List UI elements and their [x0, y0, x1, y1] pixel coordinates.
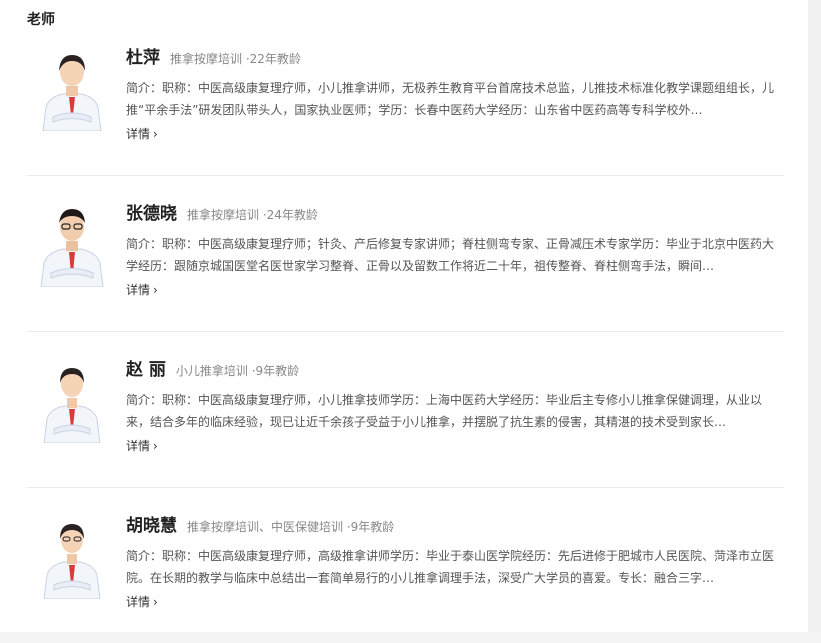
details-label: 详情 [126, 283, 151, 297]
details-label: 详情 [126, 439, 151, 453]
teacher-name: 张德晓 [126, 204, 177, 224]
teacher-meta: 推拿按摩培训 ·22年教龄 [170, 52, 301, 66]
details-link[interactable]: 详情 › [126, 593, 158, 610]
teacher-intro: 简介：职称：中医高级康复理疗师，小儿推拿技师学历：上海中医药大学经历：毕业后主专… [126, 393, 763, 429]
chevron-right-icon: › [153, 127, 158, 141]
details-link[interactable]: 详情 › [126, 125, 158, 142]
teacher-meta: 推拿按摩培训 ·24年教龄 [187, 208, 318, 222]
teacher-card: 张德晓 推拿按摩培训 ·24年教龄 简介：职称：中医高级康复理疗师；针灸、产后修复… [27, 175, 784, 332]
teacher-intro: 简介：职称：中医高级康复理疗师，小儿推拿讲师，无极养生教育平台首席技术总监，儿推… [126, 81, 775, 117]
teacher-name: 胡晓慧 [126, 516, 177, 536]
teacher-intro: 简介：职称：中医高级康复理疗师，高级推拿讲师学历：毕业于泰山医学院经历：先后进修… [126, 549, 775, 585]
teacher-card: 赵 丽小儿推拿培训 ·9年教龄 简介：职称：中医高级康复理疗师，小儿推拿技师学历… [27, 331, 784, 488]
teacher-avatar [43, 368, 101, 443]
teacher-avatar [43, 524, 101, 599]
teacher-card: 杜萍 推拿按摩培训 ·22年教龄 简介：职称：中医高级康复理疗师，小儿推拿讲师，无… [27, 19, 784, 176]
teacher-panel: 老师 杜萍 推拿按摩培训 ·22年教龄 简介：职称：中医高级康复理疗师，小儿推拿讲… [0, 0, 808, 632]
chevron-right-icon: › [153, 283, 158, 297]
chevron-right-icon: › [153, 595, 158, 609]
teacher-name: 杜萍 [126, 48, 160, 68]
teacher-info: 赵 丽小儿推拿培训 ·9年教龄 简介：职称：中医高级康复理疗师，小儿推拿技师学历… [126, 358, 784, 454]
teacher-avatar [40, 209, 104, 287]
teacher-intro: 简介：职称：中医高级康复理疗师；针灸、产后修复专家讲师；脊柱侧弯专家、正骨减压术… [126, 237, 775, 273]
details-label: 详情 [126, 127, 151, 141]
details-link[interactable]: 详情 › [126, 437, 158, 454]
teacher-avatar [42, 55, 102, 131]
details-label: 详情 [126, 595, 151, 609]
teacher-meta: 推拿按摩培训、中医保健培训 ·9年教龄 [187, 520, 395, 534]
teacher-info: 胡晓慧 推拿按摩培训、中医保健培训 ·9年教龄 简介：职称：中医高级康复理疗师，高… [126, 514, 784, 610]
teacher-card: 胡晓慧 推拿按摩培训、中医保健培训 ·9年教龄 简介：职称：中医高级康复理疗师，高… [27, 487, 784, 643]
teacher-info: 张德晓 推拿按摩培训 ·24年教龄 简介：职称：中医高级康复理疗师；针灸、产后修复… [126, 202, 784, 298]
chevron-right-icon: › [153, 439, 158, 453]
teacher-meta: 小儿推拿培训 ·9年教龄 [175, 364, 300, 378]
teacher-info: 杜萍 推拿按摩培训 ·22年教龄 简介：职称：中医高级康复理疗师，小儿推拿讲师，无… [126, 46, 784, 142]
scrollbar-track[interactable] [808, 0, 821, 632]
details-link[interactable]: 详情 › [126, 281, 158, 298]
teacher-name: 赵 丽 [126, 360, 166, 380]
